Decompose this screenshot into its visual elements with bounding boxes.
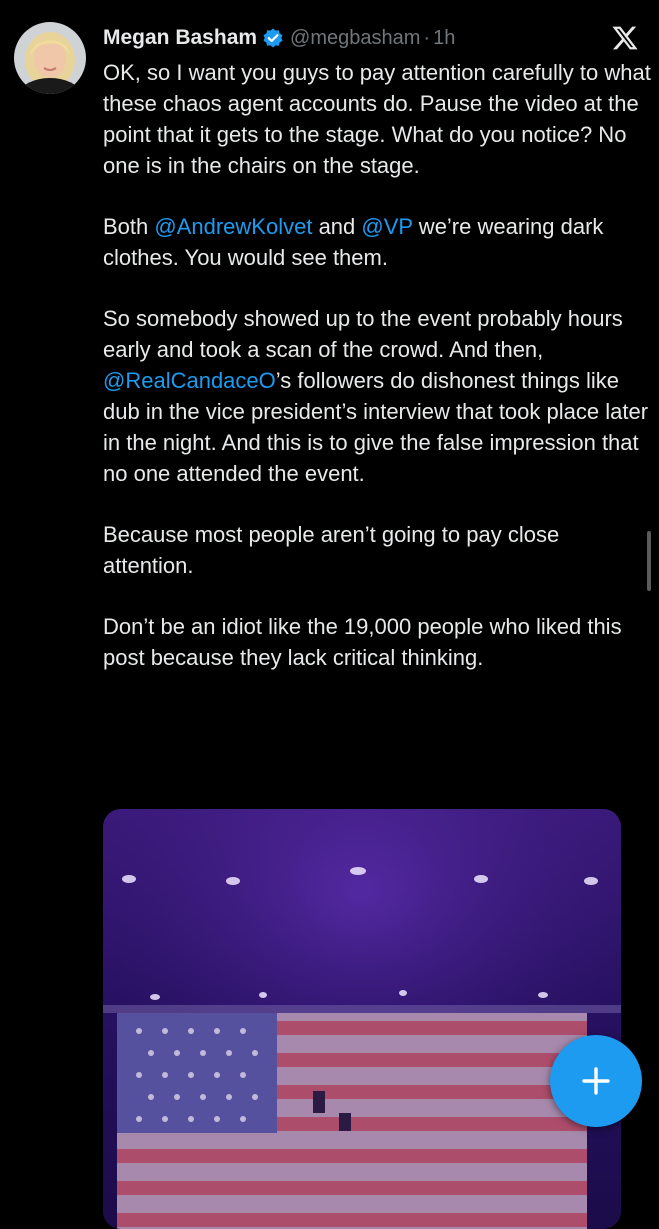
avatar-image (14, 22, 86, 94)
post-header: Megan Basham @megbasham · 1h (103, 20, 639, 56)
x-logo-icon[interactable] (611, 24, 639, 52)
mention-link[interactable]: @VP (361, 214, 412, 239)
paragraph: Because most people aren’t going to pay … (103, 519, 651, 581)
paragraph-text: Don’t be an idiot like the 19,000 people… (103, 614, 622, 670)
paragraph-text: So somebody showed up to the event proba… (103, 306, 623, 362)
paragraph: So somebody showed up to the event proba… (103, 303, 651, 489)
video-frame (103, 809, 621, 1229)
paragraph-text: and (312, 214, 362, 239)
mention-link[interactable]: @RealCandaceO (103, 368, 276, 393)
author-handle[interactable]: @megbasham (290, 27, 420, 50)
author-name[interactable]: Megan Basham (103, 26, 257, 50)
compose-button[interactable] (550, 1035, 642, 1127)
paragraph: Both @AndrewKolvet and @VP we’re wearing… (103, 211, 651, 273)
post-timestamp[interactable]: 1h (433, 27, 455, 50)
verified-badge-icon (262, 27, 284, 49)
paragraph-text: Both (103, 214, 155, 239)
paragraph-text: OK, so I want you guys to pay attention … (103, 60, 651, 178)
separator-dot: · (423, 26, 431, 49)
paragraph-text: Because most people aren’t going to pay … (103, 522, 560, 578)
paragraph: Don’t be an idiot like the 19,000 people… (103, 611, 651, 673)
post-avatar[interactable] (14, 22, 86, 94)
post-body: OK, so I want you guys to pay attention … (103, 57, 651, 703)
video-thumbnail[interactable] (103, 809, 621, 1229)
plus-icon (582, 1067, 610, 1095)
scrollbar-thumb[interactable] (647, 531, 651, 591)
paragraph: OK, so I want you guys to pay attention … (103, 57, 651, 181)
mention-link[interactable]: @AndrewKolvet (154, 214, 312, 239)
